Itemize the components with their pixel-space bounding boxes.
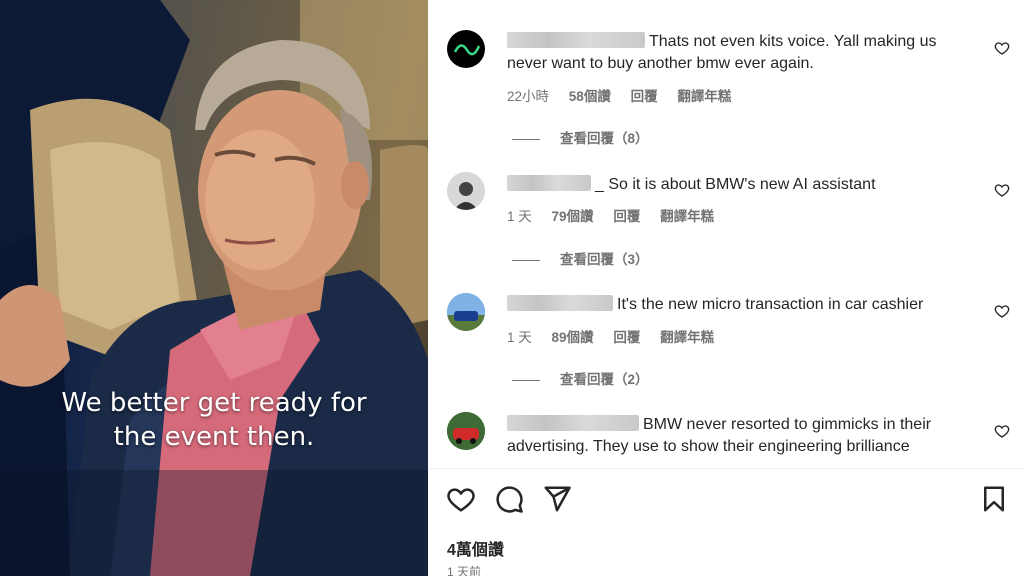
avatar[interactable] bbox=[447, 293, 485, 331]
reply-button[interactable]: 回覆 bbox=[631, 89, 658, 104]
view-replies-button[interactable]: 查看回覆（2） bbox=[512, 368, 649, 388]
translate-button[interactable]: 翻譯年糕 bbox=[660, 209, 714, 224]
view-replies-label: 查看回覆（8） bbox=[560, 131, 649, 146]
avatar[interactable] bbox=[447, 30, 485, 68]
heart-icon[interactable] bbox=[994, 182, 1010, 198]
reply-button[interactable]: 回覆 bbox=[613, 209, 640, 224]
heart-icon[interactable] bbox=[994, 423, 1010, 439]
comment-text: _ So it is about BMW's new AI assistant bbox=[595, 176, 876, 193]
comment-time: 22小時 bbox=[507, 89, 550, 104]
comment-meta: 22小時 58個讚 回覆 翻譯年糕 bbox=[507, 85, 747, 105]
post-media[interactable]: We better get ready for the event then. bbox=[0, 0, 428, 576]
comment-text-block: It's the new micro transaction in car ca… bbox=[507, 294, 977, 316]
blurred-username[interactable] bbox=[507, 295, 613, 311]
comment-bubble-icon[interactable] bbox=[494, 484, 524, 514]
translate-button[interactable]: 翻譯年糕 bbox=[660, 330, 714, 345]
blurred-username[interactable] bbox=[507, 415, 639, 431]
bookmark-icon[interactable] bbox=[979, 484, 1009, 514]
caption-line-2: the event then. bbox=[113, 422, 315, 452]
comment-text-block: BMW never resorted to gimmicks in their … bbox=[507, 414, 977, 458]
avatar[interactable] bbox=[447, 412, 485, 450]
comment-time: 1 天 bbox=[507, 330, 532, 345]
reply-button[interactable]: 回覆 bbox=[613, 330, 640, 345]
blurred-username[interactable] bbox=[507, 32, 645, 48]
caption-line-1: We better get ready for bbox=[61, 388, 367, 418]
replies-line bbox=[512, 379, 540, 381]
comment-text-block: _ So it is about BMW's new AI assistant bbox=[507, 174, 977, 196]
replies-line bbox=[512, 138, 540, 140]
share-paper-plane-icon[interactable] bbox=[542, 484, 572, 514]
video-still bbox=[0, 0, 428, 576]
avatar[interactable] bbox=[447, 172, 485, 210]
comment-text-block: Thats not even kits voice. Yall making u… bbox=[507, 31, 977, 75]
comment-time: 1 天 bbox=[507, 209, 532, 224]
comment-meta: 1 天 79個讚 回覆 翻譯年糕 bbox=[507, 205, 730, 225]
post-actions bbox=[428, 484, 1024, 518]
comment-meta: 1 天 89個讚 回覆 翻譯年糕 bbox=[507, 326, 730, 346]
comments-panel: Thats not even kits voice. Yall making u… bbox=[428, 0, 1024, 576]
comment-likes[interactable]: 89個讚 bbox=[552, 330, 594, 345]
video-caption: We better get ready for the event then. bbox=[0, 386, 428, 454]
replies-line bbox=[512, 259, 540, 261]
heart-icon[interactable] bbox=[994, 303, 1010, 319]
comment-likes[interactable]: 79個讚 bbox=[552, 209, 594, 224]
post-time: 1 天前 bbox=[447, 565, 482, 576]
comment-likes[interactable]: 58個讚 bbox=[569, 89, 611, 104]
post-likes-count[interactable]: 4萬個讚 bbox=[447, 536, 504, 560]
comment-list[interactable]: Thats not even kits voice. Yall making u… bbox=[428, 0, 1024, 468]
comment-text: It's the new micro transaction in car ca… bbox=[617, 296, 924, 313]
view-replies-label: 查看回覆（2） bbox=[560, 372, 649, 387]
divider bbox=[428, 468, 1024, 469]
translate-button[interactable]: 翻譯年糕 bbox=[677, 89, 731, 104]
like-heart-icon[interactable] bbox=[446, 484, 476, 514]
view-replies-button[interactable]: 查看回覆（8） bbox=[512, 127, 649, 147]
heart-icon[interactable] bbox=[994, 40, 1010, 56]
blurred-username[interactable] bbox=[507, 175, 591, 191]
view-replies-button[interactable]: 查看回覆（3） bbox=[512, 248, 649, 268]
view-replies-label: 查看回覆（3） bbox=[560, 252, 649, 267]
